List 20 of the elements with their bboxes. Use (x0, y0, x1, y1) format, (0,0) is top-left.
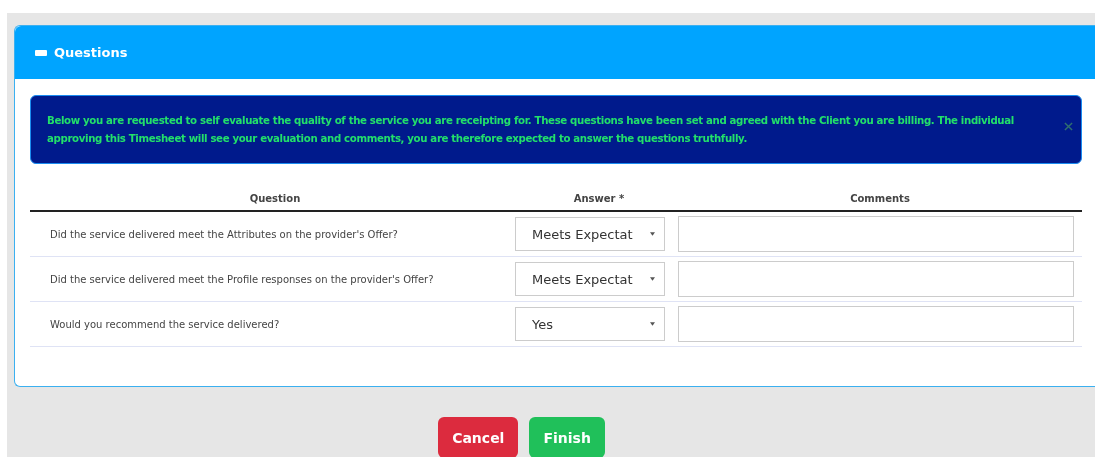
notice-text: Below you are requested to self evaluate the quality of the service you are receipting for. These questions have been set and agreed with the Client you are billing. The individual approving this Timesheet will see your evaluation and comments, you are therefore expected to answer the questions truthfully. (47, 113, 1015, 146)
column-header: Answer * (520, 193, 678, 211)
comment-field[interactable] (678, 306, 1074, 342)
comment-field[interactable] (678, 261, 1074, 297)
cancel-button[interactable]: Cancel (438, 417, 519, 457)
answer-dropdown[interactable]: Meets Expectat (515, 217, 665, 251)
column-header: Question (30, 193, 520, 211)
question-cell: Did the service delivered meet the Attributes on the provider's Offer? (30, 211, 520, 257)
answer-dropdown[interactable]: Yes (515, 307, 665, 341)
collapse-icon[interactable] (35, 49, 47, 56)
caret-icon (650, 277, 655, 281)
close-icon[interactable] (1064, 122, 1073, 131)
comment-field[interactable] (678, 216, 1074, 252)
question-cell: Would you recommend the service delivered? (30, 301, 520, 347)
question-cell: Did the service delivered meet the Profile responses on the provider's Offer? (30, 256, 520, 302)
panel-title: Questions (54, 45, 128, 60)
answer-dropdown[interactable]: Meets Expectat (515, 262, 665, 296)
column-header: Comments (678, 193, 1082, 211)
caret-icon (650, 322, 655, 326)
caret-icon (650, 232, 655, 236)
